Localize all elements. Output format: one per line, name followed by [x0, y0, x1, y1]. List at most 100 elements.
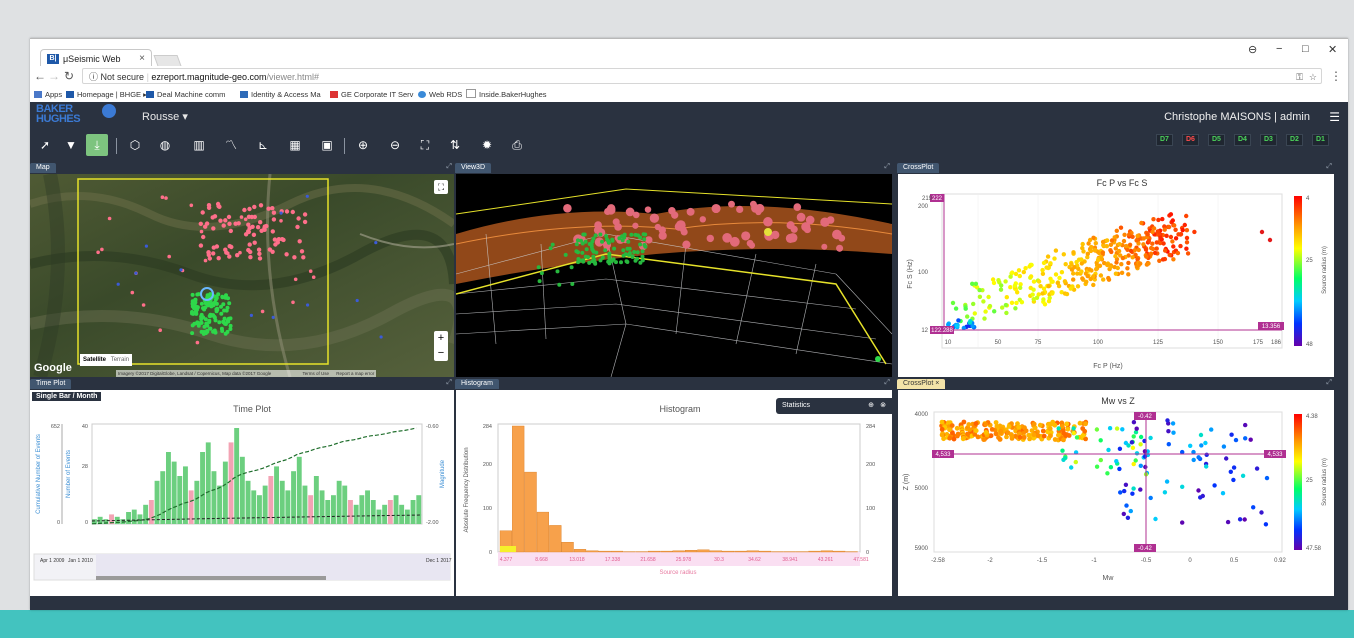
table-icon[interactable]: ▦ — [284, 134, 306, 156]
filter-icon[interactable]: ▼ — [60, 134, 82, 156]
histogram-panel[interactable]: Histogram ⤢ Histogram 4.377 8.668 13.018 17… — [455, 379, 892, 596]
briefcase-icon[interactable]: ▣ — [316, 134, 338, 156]
crossplot1-point — [1160, 216, 1165, 222]
cube-icon[interactable]: ⬡ — [124, 134, 146, 156]
panel-resize-icon[interactable]: ⤢ — [1326, 379, 1332, 387]
map-event-point — [270, 206, 275, 211]
account-icon[interactable]: ⊖ — [1248, 43, 1257, 56]
histogram-panel-tab[interactable]: Histogram — [455, 379, 499, 389]
sort-icon[interactable]: ⇅ — [444, 134, 466, 156]
data-chip-d2[interactable]: D2 — [1286, 134, 1303, 146]
crossplot2-tab-close-icon[interactable]: × — [935, 380, 939, 387]
project-selector[interactable]: Rousse ▾ — [142, 110, 188, 123]
histogram-bar — [833, 550, 846, 553]
crossplot-mw-z-chart[interactable]: Mw vs Z -0.42 4,533 4,533 -0.42 4000 500… — [898, 390, 1334, 596]
satellite-button[interactable]: Satellite — [83, 357, 106, 363]
scatter-chart-icon[interactable]: ⊾ — [252, 134, 274, 156]
map-event-point — [290, 209, 295, 215]
hist-xtick: 34.62 — [748, 557, 761, 563]
statistics-expand-icon[interactable]: ⊕ — [868, 398, 874, 414]
crossplot2-point — [1243, 436, 1248, 441]
histogram-chart[interactable]: Histogram 4.377 8.668 13.018 17.338 21.658 25… — [456, 390, 892, 596]
bookmark-bhge-homepage[interactable]: Homepage | BHGE ▸ — [66, 88, 147, 102]
data-chip-d6[interactable]: D6 — [1182, 134, 1199, 146]
zoom-out-icon[interactable]: ⊖ — [384, 134, 406, 156]
pointer-icon[interactable]: ➚ — [34, 134, 56, 156]
zoom-in-icon[interactable]: ⊕ — [352, 134, 374, 156]
panel-resize-icon[interactable]: ⤢ — [884, 163, 890, 171]
crossplot2-panel-tab[interactable]: CrossPlot × — [897, 379, 946, 389]
browser-menu-icon[interactable]: ⋮ — [1330, 69, 1342, 83]
line-chart-icon[interactable]: 〽 — [220, 134, 242, 156]
bookmark-star-icon[interactable]: ☆ — [1309, 69, 1317, 85]
map-zoom-in-button[interactable]: + — [434, 331, 448, 346]
forward-icon[interactable]: → — [48, 69, 60, 83]
settings-menu-icon[interactable]: ☰ — [1329, 110, 1340, 124]
terrain-button[interactable]: Terrain — [111, 357, 129, 363]
bookmark-web-rds[interactable]: Web RDS — [418, 88, 462, 102]
globe-icon[interactable]: ◍ — [154, 134, 176, 156]
bookmark-identity-access[interactable]: Identity & Access Ma — [240, 88, 321, 102]
view3d-panel[interactable]: View3D ⤢ — [455, 163, 892, 377]
panel-resize-icon[interactable]: ⤢ — [884, 379, 890, 387]
browser-tab[interactable]: B| μSeismic Web Platform × — [40, 49, 152, 82]
bookmark-ge-corporate-it[interactable]: GE Corporate IT Serv — [330, 88, 413, 102]
time-plot-chart[interactable]: Time Plot 652 0 40 28 0 -0.60 -2.00 Cumu… — [30, 390, 454, 596]
statistics-panel[interactable]: Statistics ⊕ ⊗ — [776, 398, 892, 414]
3d-scene[interactable] — [456, 174, 892, 377]
data-chip-d1[interactable]: D1 — [1312, 134, 1329, 146]
map-panel-tab[interactable]: Map — [30, 163, 56, 173]
panel-resize-icon[interactable]: ⤢ — [1326, 163, 1332, 171]
data-chip-d5[interactable]: D5 — [1208, 134, 1225, 146]
back-icon[interactable]: ← — [34, 69, 46, 83]
data-chip-d7[interactable]: D7 — [1156, 134, 1173, 146]
view3d-event-point — [749, 200, 757, 208]
gear-icon[interactable]: ✹ — [476, 134, 498, 156]
crossplot-panel-tab[interactable]: CrossPlot — [897, 163, 940, 173]
crossplot2-point — [1063, 455, 1068, 461]
url-input[interactable]: ⓘ Not secure | ezreport.magnitude-geo.co… — [82, 68, 1322, 84]
data-chip-d4[interactable]: D4 — [1234, 134, 1251, 146]
crossplot1-point — [1108, 242, 1114, 247]
print-icon[interactable]: ⎙ — [506, 134, 528, 156]
histogram-icon[interactable]: ▥ — [188, 134, 210, 156]
crossplot1-xtick: 100 — [1093, 340, 1104, 346]
bookmark-deal-machine[interactable]: Deal Machine comm — [146, 88, 225, 102]
maximize-icon[interactable]: □ — [1302, 43, 1309, 55]
map-panel[interactable]: Map ⤢ ⛶ + − Google Satellite Terrain Ima… — [30, 163, 454, 377]
view3d-panel-tab[interactable]: View3D — [455, 163, 491, 173]
time-plot-bar — [262, 485, 268, 524]
time-plot-bar — [399, 504, 405, 524]
crossplot1-point — [1154, 246, 1159, 251]
crossplot-mw-z-panel[interactable]: CrossPlot × ⤢ Mw vs Z -0.42 4,533 4,533 … — [897, 379, 1334, 596]
crossplot2-point — [1130, 491, 1135, 496]
minimize-icon[interactable]: − — [1276, 43, 1282, 55]
reload-icon[interactable]: ↻ — [64, 69, 74, 83]
map-zoom-out-button[interactable]: − — [434, 346, 448, 361]
key-icon[interactable]: ⚿ — [1296, 69, 1303, 85]
panel-resize-icon[interactable]: ⤢ — [446, 163, 452, 171]
fullscreen-icon[interactable]: ⛶ — [414, 134, 436, 156]
map-event-point — [252, 240, 257, 245]
map-event-point — [219, 311, 224, 316]
bookmark-apps[interactable]: Apps — [34, 88, 62, 102]
crossplot2-point — [1199, 443, 1204, 448]
map-fullscreen-icon[interactable]: ⛶ — [434, 180, 448, 194]
time-plot-panel[interactable]: Time Plot ⤢ Single Bar / Month Time Plot… — [30, 379, 454, 596]
satellite-map[interactable] — [30, 174, 454, 377]
report-map-error-link[interactable]: Report a map error — [336, 371, 374, 376]
statistics-close-icon[interactable]: ⊗ — [880, 398, 886, 414]
time-plot-panel-tab[interactable]: Time Plot — [30, 379, 72, 389]
histogram-ylabel: Absolute Frequency Distribution — [464, 447, 470, 532]
download-icon[interactable]: ⤓ — [86, 134, 108, 156]
map-event-point — [227, 221, 232, 226]
crossplot2-ytick: 5900 — [915, 546, 929, 552]
data-chip-d3[interactable]: D3 — [1260, 134, 1277, 146]
close-window-icon[interactable]: ✕ — [1328, 43, 1337, 56]
terms-link[interactable]: Terms of Use — [303, 371, 330, 376]
crossplot1-point — [1053, 272, 1059, 277]
bookmark-inside-bakerhughes[interactable]: Inside.BakerHughes — [466, 88, 547, 102]
panel-resize-icon[interactable]: ⤢ — [446, 379, 452, 387]
crossplot-fcp-fcs-chart[interactable]: Fc P vs Fc S 222 122.288 13.356 219 200 … — [898, 174, 1334, 377]
crossplot-fcp-fcs-panel[interactable]: CrossPlot ⤢ Fc P vs Fc S 222 122.288 13.… — [897, 163, 1334, 377]
